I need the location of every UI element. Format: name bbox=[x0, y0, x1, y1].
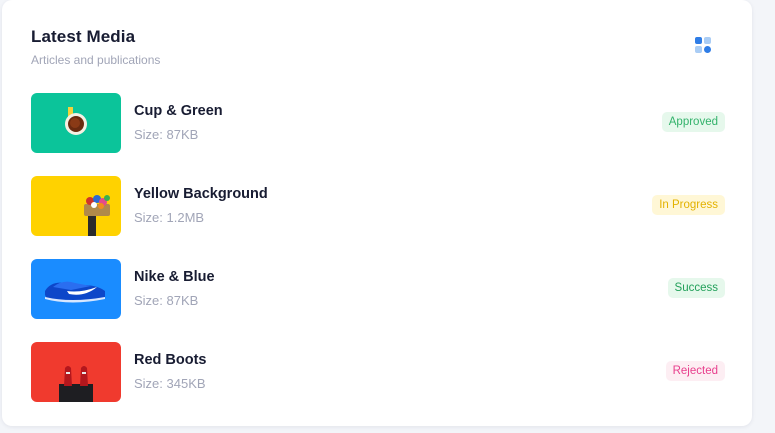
card-header: Latest Media Articles and publications bbox=[31, 27, 160, 67]
media-size: Size: 87KB bbox=[134, 293, 199, 308]
card-subtitle: Articles and publications bbox=[31, 53, 161, 67]
media-name: Yellow Background bbox=[134, 186, 268, 202]
media-size: Size: 87KB bbox=[134, 127, 199, 142]
media-name: Nike & Blue bbox=[134, 269, 215, 285]
card-title: Latest Media bbox=[31, 27, 136, 46]
latest-media-card: Latest Media Articles and publications C… bbox=[2, 0, 752, 426]
status-badge: Rejected bbox=[665, 361, 725, 381]
media-thumbnail bbox=[31, 259, 121, 319]
list-item[interactable]: Cup & Green Size: 87KB Approved bbox=[31, 93, 725, 153]
menu-grid-icon[interactable] bbox=[694, 36, 718, 60]
media-size: Size: 1.2MB bbox=[134, 210, 205, 225]
status-badge: Success bbox=[667, 278, 725, 298]
media-name: Red Boots bbox=[134, 352, 207, 368]
media-list: Cup & Green Size: 87KB Approved Yellow B… bbox=[31, 93, 725, 425]
status-badge: Approved bbox=[661, 112, 725, 132]
list-item[interactable]: Nike & Blue Size: 87KB Success bbox=[31, 259, 725, 319]
media-name: Cup & Green bbox=[134, 103, 223, 119]
media-size: Size: 345KB bbox=[134, 376, 206, 391]
list-item[interactable]: Red Boots Size: 345KB Rejected bbox=[31, 342, 725, 402]
media-thumbnail bbox=[31, 342, 121, 402]
list-item[interactable]: Yellow Background Size: 1.2MB In Progres… bbox=[31, 176, 725, 236]
status-badge: In Progress bbox=[652, 195, 725, 215]
media-thumbnail bbox=[31, 176, 121, 236]
media-thumbnail bbox=[31, 93, 121, 153]
